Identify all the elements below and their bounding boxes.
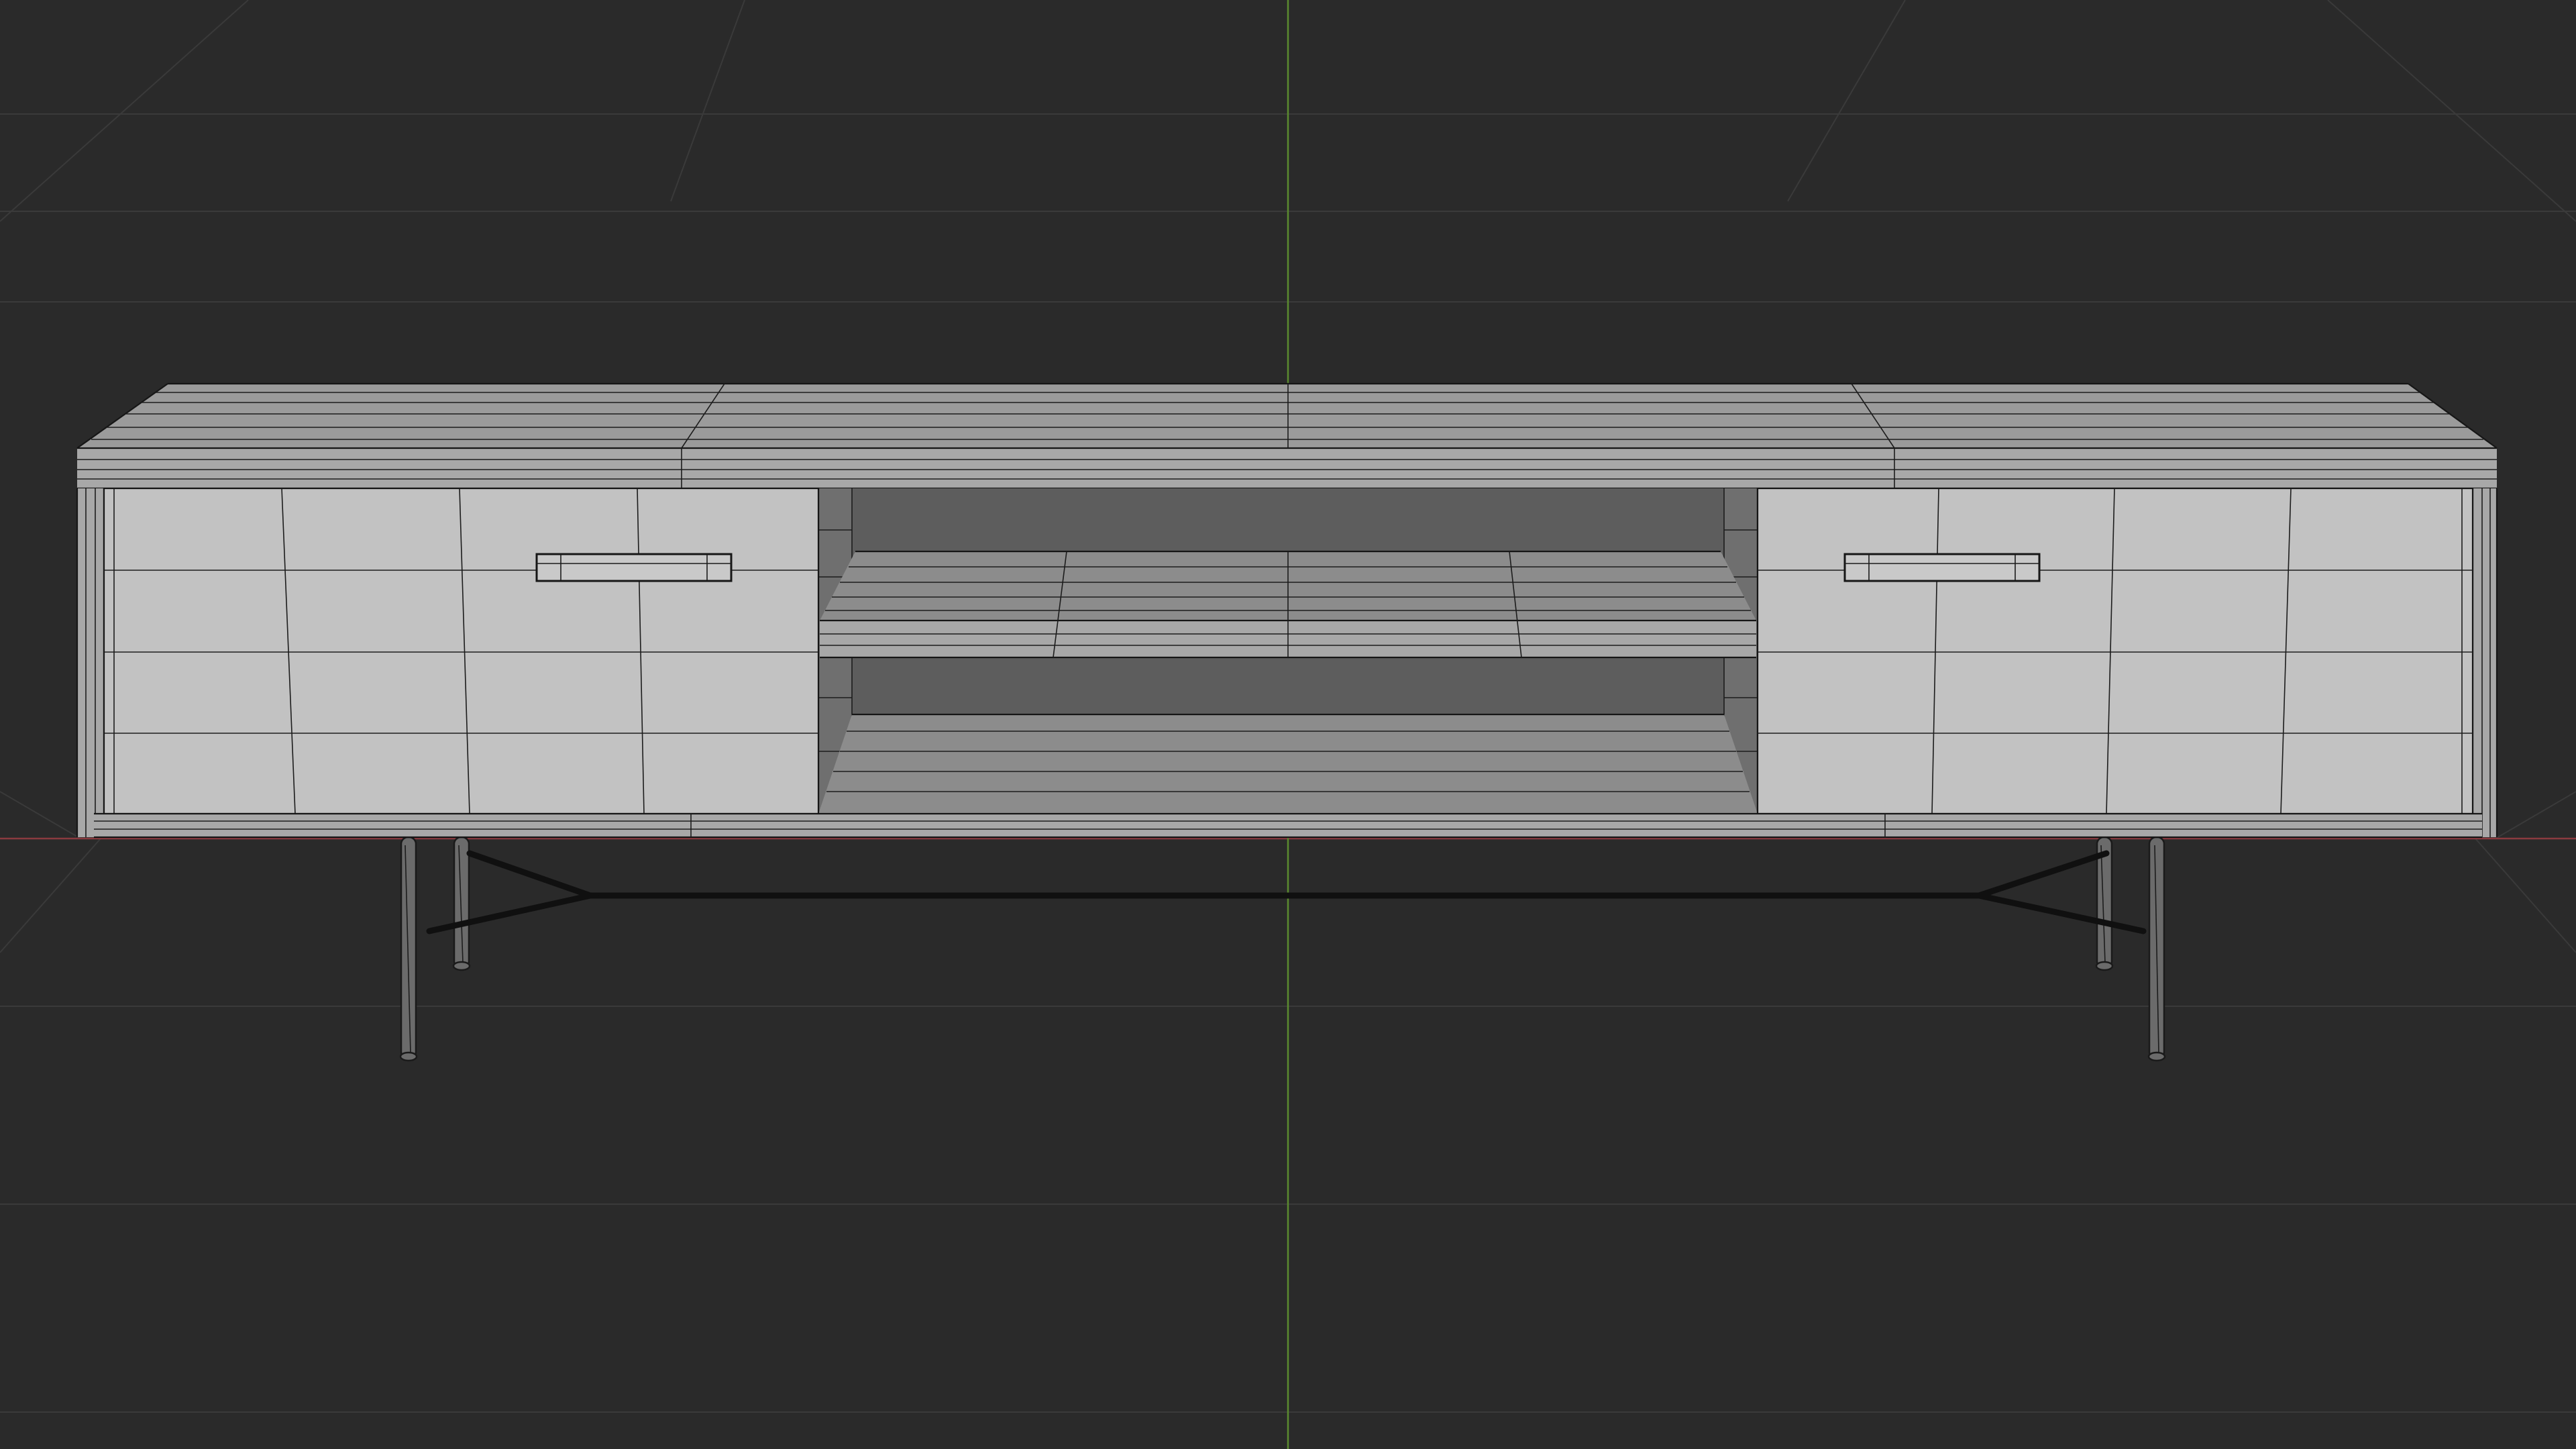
bottom-panel[interactable] — [94, 812, 2482, 839]
right-handle[interactable] — [1843, 553, 2041, 582]
top-panel[interactable] — [76, 382, 2498, 490]
3d-viewport[interactable] — [0, 0, 2576, 1449]
middle-shelf[interactable] — [820, 550, 1756, 659]
right-door[interactable] — [1756, 487, 2474, 815]
sideboard-mesh[interactable] — [76, 382, 2498, 1062]
metal-legs[interactable] — [399, 836, 2166, 1062]
left-handle[interactable] — [535, 553, 733, 582]
stretcher-bar[interactable] — [426, 850, 2147, 934]
left-door[interactable] — [103, 487, 820, 815]
viewport-canvas[interactable] — [0, 0, 2576, 1449]
